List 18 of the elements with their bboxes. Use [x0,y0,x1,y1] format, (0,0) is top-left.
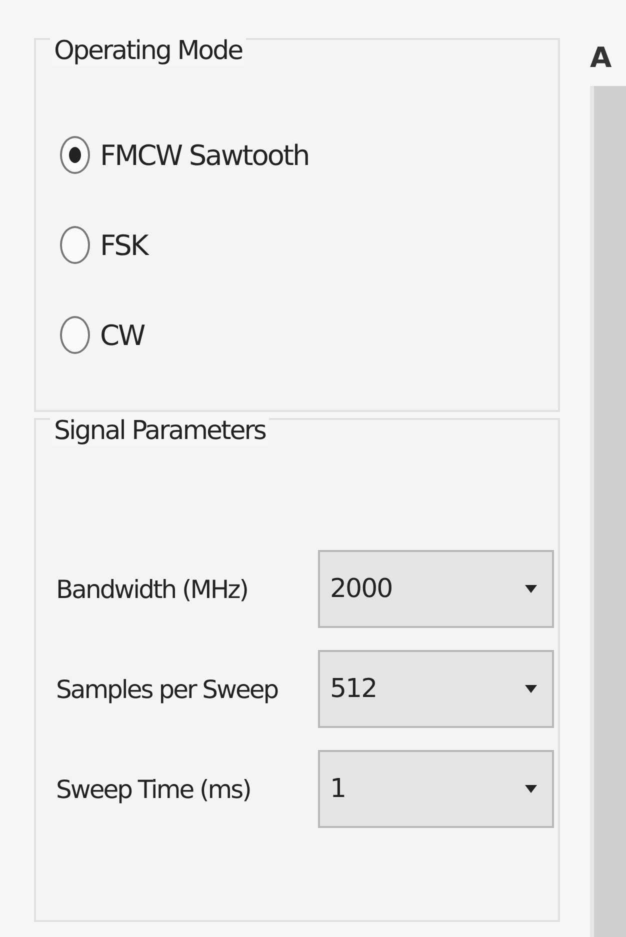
field-label: Sweep Time (ms) [56,774,252,804]
radio-option[interactable]: CW [60,316,144,354]
group-title: Signal Parameters [50,416,270,446]
dropdown[interactable]: 512 [318,650,554,728]
field-label: Bandwidth (MHz) [56,574,249,604]
dropdown[interactable]: 1 [318,750,554,828]
caret-icon [524,584,538,594]
group-title: Operating Mode [50,36,246,66]
radio-button[interactable] [60,316,90,354]
field-label: Samples per Sweep [56,674,279,704]
caret-icon [524,784,538,794]
panel-title: A [590,44,613,72]
caret-icon [524,684,538,694]
radio-button[interactable] [60,136,90,174]
dropdown[interactable]: 2000 [318,550,554,628]
radio-option[interactable]: FSK [60,226,148,264]
radio-button[interactable] [60,226,90,264]
radio-option[interactable]: FMCW Sawtooth [60,136,309,174]
